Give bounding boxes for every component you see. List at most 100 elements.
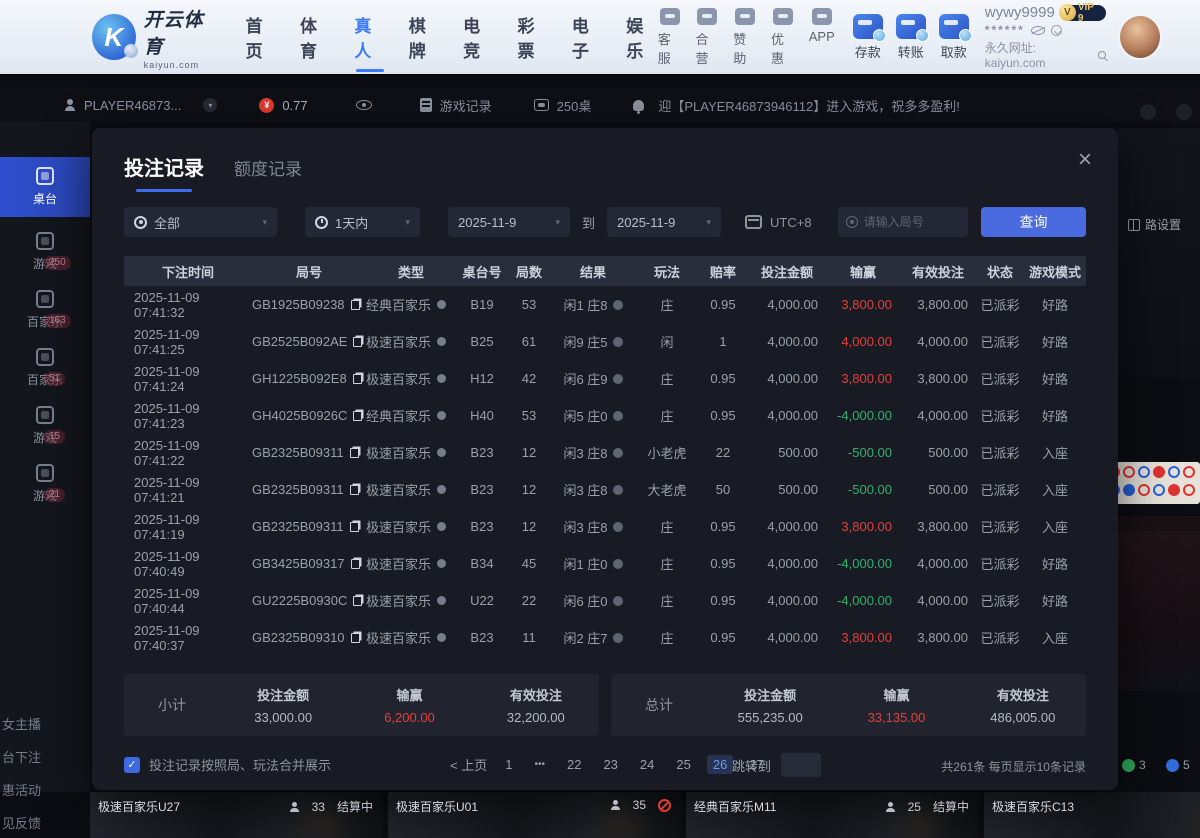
nav-item-彩票[interactable]: 彩票 [518, 6, 549, 68]
sidebar-item-游戏-1[interactable]: 游戏250 [0, 226, 90, 278]
wallet-link-转账[interactable]: 转账 [896, 14, 926, 61]
jump-input[interactable] [781, 753, 821, 777]
result-info-icon[interactable] [613, 411, 623, 421]
game-record-label[interactable]: 游戏记录 [440, 96, 492, 115]
prev-page-button[interactable]: < 上页 [450, 755, 487, 774]
table-no: B23 [456, 445, 508, 460]
round-search-input[interactable] [864, 215, 954, 229]
sidebar-bottom-item-见反馈[interactable]: 见反馈 [2, 813, 88, 832]
tab-bet-records[interactable]: 投注记录 [124, 152, 204, 192]
page-button-25[interactable]: 25 [670, 755, 696, 774]
road-settings-link[interactable]: 路设置 [1128, 216, 1181, 233]
result-info-icon[interactable] [613, 374, 623, 384]
player-id[interactable]: PLAYER46873... [84, 98, 181, 113]
table-thumbnail-stats: 35 [611, 798, 671, 812]
tab-quota-records[interactable]: 额度记录 [234, 155, 302, 180]
copy-icon[interactable] [353, 337, 362, 347]
table-row[interactable]: 2025-11-09 07:41:25GB2525B092AE极速百家乐B256… [124, 323, 1086, 360]
quick-link-合营[interactable]: 合营 [695, 8, 719, 67]
copy-icon[interactable] [353, 374, 362, 384]
sidebar-item-桌台-0[interactable]: 桌台 [0, 157, 90, 217]
copy-icon[interactable] [350, 448, 359, 458]
nav-item-真人[interactable]: 真人 [354, 6, 385, 68]
result-info-icon[interactable] [613, 522, 623, 532]
result-info-icon[interactable] [613, 485, 623, 495]
date-from-select[interactable]: 2025-11-9 ▾ [448, 207, 570, 237]
copy-icon[interactable] [351, 300, 360, 310]
nav-item-体育[interactable]: 体育 [300, 6, 331, 68]
sidebar-bottom-item-台下注[interactable]: 台下注 [2, 747, 88, 766]
sidebar-item-游戏-5[interactable]: 游戏21 [0, 458, 90, 510]
table-thumbnail-极速百家乐C13[interactable]: 极速百家乐C13 [984, 792, 1200, 838]
chevron-down-icon[interactable]: ▾ [203, 98, 217, 112]
sidebar-bottom-item-女主播[interactable]: 女主播 [2, 714, 88, 733]
sidebar-item-游戏-4[interactable]: 游戏15 [0, 400, 90, 452]
table-row[interactable]: 2025-11-09 07:41:21GB2325B09311极速百家乐B231… [124, 471, 1086, 508]
nav-item-棋牌[interactable]: 棋牌 [409, 6, 440, 68]
table-row[interactable]: 2025-11-09 07:40:44GU2225B0930C极速百家乐U222… [124, 582, 1086, 619]
nav-item-电竞[interactable]: 电竞 [463, 6, 494, 68]
copy-icon[interactable] [350, 522, 359, 532]
site-logo[interactable]: K 开云体育 kaiyun.com [92, 5, 220, 70]
wallet-link-存款[interactable]: 存款 [853, 14, 883, 61]
bet-amount: 4,000.00 [748, 297, 826, 312]
table-row[interactable]: 2025-11-09 07:41:19GB2325B09311极速百家乐B231… [124, 508, 1086, 545]
page-button-23[interactable]: 23 [597, 755, 623, 774]
table-row[interactable]: 2025-11-09 07:41:23GH4025B0926C经典百家乐H405… [124, 397, 1086, 434]
table-row[interactable]: 2025-11-09 07:40:49GB3425B09317极速百家乐B344… [124, 545, 1086, 582]
page-button-22[interactable]: 22 [561, 755, 587, 774]
close-icon[interactable]: × [1078, 148, 1092, 172]
calendar-icon[interactable] [745, 215, 762, 229]
result-info-icon[interactable] [613, 559, 623, 569]
result-info-icon[interactable] [613, 633, 623, 643]
eye-slash-icon[interactable] [1031, 26, 1045, 35]
magnifier-icon[interactable] [1098, 51, 1106, 59]
result-info-icon[interactable] [613, 337, 623, 347]
table-row[interactable]: 2025-11-09 07:41:32GB1925B09238经典百家乐B195… [124, 286, 1086, 323]
page-button-26[interactable]: 26 [707, 755, 733, 774]
table-count-label[interactable]: 250桌 [557, 96, 592, 115]
page-button-1[interactable]: 1 [499, 755, 518, 774]
copy-icon[interactable] [351, 633, 360, 643]
table-thumbnail-经典百家乐M11[interactable]: 经典百家乐M1125结算中 [686, 792, 979, 838]
mute-icon[interactable] [1176, 104, 1192, 120]
copy-icon[interactable] [353, 596, 362, 606]
nav-item-电子[interactable]: 电子 [572, 6, 603, 68]
sidebar-item-百家乐-3[interactable]: 百家乐51 [0, 342, 90, 394]
play-type: 庄 [636, 406, 698, 425]
quick-link-客服[interactable]: 客服 [658, 8, 682, 67]
table-row[interactable]: 2025-11-09 07:41:22GB2325B09311极速百家乐B231… [124, 434, 1086, 471]
table-row[interactable]: 2025-11-09 07:40:37GB2325B09310极速百家乐B231… [124, 619, 1086, 656]
camera-icon[interactable] [1140, 104, 1156, 120]
merge-checkbox[interactable]: ✓ [124, 757, 140, 773]
time-range-select[interactable]: 1天内 ▾ [305, 207, 420, 237]
result-cell: 闲6 庄9 [550, 369, 636, 388]
category-select[interactable]: 全部 ▾ [124, 207, 277, 237]
bet-time: 2025-11-09 07:41:25 [124, 327, 252, 357]
sidebar-item-百家乐-2[interactable]: 百家乐163 [0, 284, 90, 336]
game-type: 极速百家乐 [366, 554, 431, 573]
table-row[interactable]: 2025-11-09 07:41:24GH1225B092E8极速百家乐H124… [124, 360, 1086, 397]
page-button-24[interactable]: 24 [634, 755, 660, 774]
sidebar-bottom-item-惠活动[interactable]: 惠活动 [2, 780, 88, 799]
odds: 22 [698, 445, 748, 460]
table-thumbnail-极速百家乐U01[interactable]: 极速百家乐U0135 [388, 792, 681, 838]
copy-icon[interactable] [351, 559, 360, 569]
quick-link-APP[interactable]: APP [809, 8, 835, 67]
search-button[interactable]: 查询 [981, 207, 1086, 237]
nav-item-娱乐[interactable]: 娱乐 [626, 6, 657, 68]
result-info-icon[interactable] [613, 300, 623, 310]
nav-item-首页[interactable]: 首页 [246, 6, 277, 68]
wallet-link-取款[interactable]: 取款 [939, 14, 969, 61]
result-info-icon[interactable] [613, 448, 623, 458]
chevron-circle-icon[interactable] [1051, 25, 1062, 36]
copy-icon[interactable] [353, 411, 362, 421]
result-info-icon[interactable] [613, 596, 623, 606]
table-thumbnail-极速百家乐U27[interactable]: 极速百家乐U2733结算中 [90, 792, 383, 838]
quick-link-赞助[interactable]: 赞助 [733, 8, 757, 67]
copy-icon[interactable] [350, 485, 359, 495]
quick-link-优惠[interactable]: 优惠 [771, 8, 795, 67]
user-avatar[interactable] [1118, 14, 1162, 60]
date-to-select[interactable]: 2025-11-9 ▾ [607, 207, 721, 237]
eye-icon[interactable] [356, 100, 372, 110]
